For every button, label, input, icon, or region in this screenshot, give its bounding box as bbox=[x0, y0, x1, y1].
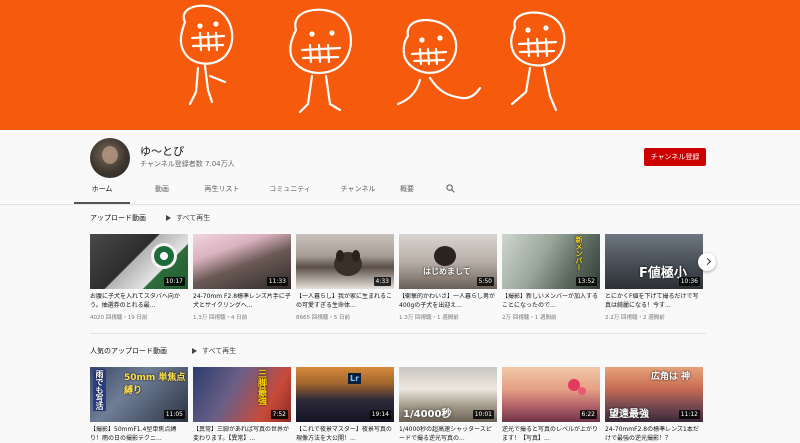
channel-avatar[interactable] bbox=[90, 138, 130, 178]
video-card[interactable]: はじめまして 5:50 【衝撃的かわいさ】一人暮らし男が400gの子犬を出迎え.… bbox=[399, 234, 497, 321]
video-title[interactable]: 【異常】三脚があれば写真の世界が変わります。【異常】... bbox=[193, 426, 291, 443]
video-title[interactable]: 【撮影】新しいメンバーが加入することになったので... bbox=[502, 293, 600, 310]
section-divider bbox=[90, 333, 706, 334]
video-card[interactable]: 1/4000秒 10:01 1/4000秒の超高速シャッタースピードで撮る逆光写… bbox=[399, 367, 497, 443]
search-icon[interactable] bbox=[446, 184, 455, 193]
video-duration: 13:52 bbox=[575, 277, 597, 286]
video-meta: 2.2万 回視聴・2 週間前 bbox=[605, 315, 665, 321]
video-thumbnail[interactable]: 雨でも写活 50mm 単焦点縛り 11:05 bbox=[90, 367, 188, 422]
video-card[interactable]: 6:22 逆光で撮ると写真のレベルが上がります！【写真】... bbox=[502, 367, 600, 443]
thumbnail-caption: 雨でも写活 bbox=[93, 369, 106, 411]
video-thumbnail[interactable]: F値極小 10:36 bbox=[605, 234, 703, 289]
video-thumbnail[interactable]: 11:33 bbox=[193, 234, 291, 289]
thumbnail-caption: 三脚最強 bbox=[256, 369, 266, 405]
tabs-divider bbox=[0, 204, 800, 205]
channel-banner bbox=[0, 0, 800, 130]
video-meta: 1.3万 回視聴・1 週間前 bbox=[399, 315, 459, 321]
video-duration: 10:17 bbox=[163, 277, 185, 286]
subscribe-button[interactable]: チャンネル登録 bbox=[644, 148, 706, 166]
play-all-popular[interactable]: すべて再生 bbox=[192, 346, 236, 356]
video-card[interactable]: 10:17 お腹に子犬を入れてスタバへ向かう。抽選券のとれる最... 4020 … bbox=[90, 234, 188, 321]
tab-channels[interactable]: チャンネル bbox=[330, 178, 386, 204]
video-duration: 19:14 bbox=[369, 410, 391, 419]
video-card[interactable]: 新メンバー 13:52 【撮影】新しいメンバーが加入することになったので... … bbox=[502, 234, 600, 321]
tab-playlists[interactable]: 再生リスト bbox=[194, 178, 250, 204]
thumbnail-caption: 50mm 単焦点縛り bbox=[124, 373, 186, 396]
video-title[interactable]: とにかくF値を下げて撮るだけで写真は綺麗になる！今す... bbox=[605, 293, 703, 310]
video-duration: 11:05 bbox=[163, 410, 185, 419]
video-thumbnail[interactable]: 4:33 bbox=[296, 234, 394, 289]
video-thumbnail[interactable]: はじめまして 5:50 bbox=[399, 234, 497, 289]
video-card[interactable]: Lr 19:14 【これで夜景マスター】夜景写真の現像方法を大公開！... bbox=[296, 367, 394, 443]
thumbnail-caption: 望遠最強 bbox=[609, 409, 649, 420]
video-duration: 10:36 bbox=[678, 277, 700, 286]
video-card[interactable]: 4:33 【一人暮らし】我が家に生まれるこの可愛すぎる生命体... 8665 回… bbox=[296, 234, 394, 321]
video-meta: 4020 回視聴・19 日前 bbox=[90, 315, 148, 321]
video-card[interactable]: 雨でも写活 50mm 単焦点縛り 11:05 【撮影】50mmF1.4型単焦点縛… bbox=[90, 367, 188, 443]
video-thumbnail[interactable]: 新メンバー 13:52 bbox=[502, 234, 600, 289]
video-duration: 11:33 bbox=[266, 277, 288, 286]
video-thumbnail[interactable]: 10:17 bbox=[90, 234, 188, 289]
video-duration: 6:22 bbox=[579, 410, 597, 419]
video-title[interactable]: お腹に子犬を入れてスタバへ向かう。抽選券のとれる最... bbox=[90, 293, 188, 310]
tab-home[interactable]: ホーム bbox=[74, 178, 130, 204]
next-arrow-button[interactable] bbox=[698, 253, 716, 271]
video-meta: 8665 回視聴・5 日前 bbox=[296, 315, 350, 321]
video-duration: 7:52 bbox=[270, 410, 288, 419]
video-title[interactable]: 【衝撃的かわいさ】一人暮らし男が400gの子犬を出迎え... bbox=[399, 293, 497, 310]
video-card[interactable]: 11:33 24-70mm F2.8標準レンズ片手に子犬とサイクリングへ... … bbox=[193, 234, 291, 321]
thumbnail-caption: 広角は 神 bbox=[651, 372, 691, 382]
play-icon bbox=[192, 348, 197, 354]
tab-videos[interactable]: 動画 bbox=[142, 178, 182, 204]
video-title[interactable]: 24-70mm F2.8標準レンズ片手に子犬とサイクリングへ... bbox=[193, 293, 291, 310]
thumbnail-caption: はじめまして bbox=[423, 267, 471, 276]
play-icon bbox=[166, 215, 171, 221]
thumbnail-caption: 1/4000秒 bbox=[403, 409, 452, 420]
play-all-label: すべて再生 bbox=[176, 214, 211, 222]
subscriber-count: チャンネル登録者数 7.04万人 bbox=[140, 160, 235, 168]
video-duration: 4:33 bbox=[373, 277, 391, 286]
video-duration: 11:12 bbox=[678, 410, 700, 419]
video-card[interactable]: F値極小 10:36 とにかくF値を下げて撮るだけで写真は綺麗になる！今す...… bbox=[605, 234, 703, 321]
thumbnail-caption: 新メンバー bbox=[575, 236, 583, 271]
lightroom-icon: Lr bbox=[348, 373, 362, 384]
play-all-label: すべて再生 bbox=[202, 347, 237, 355]
video-title[interactable]: 【一人暮らし】我が家に生まれるこの可愛すぎる生命体... bbox=[296, 293, 394, 310]
video-thumbnail[interactable]: 広角は 神 望遠最強 11:12 bbox=[605, 367, 703, 422]
video-meta: 2万 回視聴・1 週間前 bbox=[502, 315, 557, 321]
play-all-uploads[interactable]: すべて再生 bbox=[166, 213, 210, 223]
video-card[interactable]: 三脚最強 7:52 【異常】三脚があれば写真の世界が変わります。【異常】... bbox=[193, 367, 291, 443]
video-meta: 1.3万 回視聴・4 日前 bbox=[193, 315, 248, 321]
tab-about[interactable]: 概要 bbox=[392, 178, 422, 204]
section-title-uploads: アップロード動画 bbox=[90, 214, 146, 222]
video-thumbnail[interactable]: 三脚最強 7:52 bbox=[193, 367, 291, 422]
video-duration: 5:50 bbox=[476, 277, 494, 286]
video-title[interactable]: 【これで夜景マスター】夜景写真の現像方法を大公開！... bbox=[296, 426, 394, 443]
video-thumbnail[interactable]: 1/4000秒 10:01 bbox=[399, 367, 497, 422]
video-thumbnail[interactable]: Lr 19:14 bbox=[296, 367, 394, 422]
tab-community[interactable]: コミュニティ bbox=[262, 178, 318, 204]
banner-doodle-art bbox=[179, 4, 566, 114]
video-title[interactable]: 1/4000秒の超高速シャッタースピードで撮る逆光写真の... bbox=[399, 426, 497, 443]
video-card[interactable]: 広角は 神 望遠最強 11:12 24-70mmF2.8の標準レンズ1本だけで最… bbox=[605, 367, 703, 443]
channel-name: ゆ〜とぴ bbox=[140, 145, 184, 158]
video-title[interactable]: 【撮影】50mmF1.4型単焦点縛り！雨の日の撮影テクニ... bbox=[90, 426, 188, 443]
video-thumbnail[interactable]: 6:22 bbox=[502, 367, 600, 422]
video-title[interactable]: 逆光で撮ると写真のレベルが上がります！【写真】... bbox=[502, 426, 600, 443]
video-title[interactable]: 24-70mmF2.8の標準レンズ1本だけで最強の逆光撮影！？ bbox=[605, 426, 703, 443]
video-duration: 10:01 bbox=[472, 410, 494, 419]
section-title-popular: 人気のアップロード動画 bbox=[90, 347, 167, 355]
